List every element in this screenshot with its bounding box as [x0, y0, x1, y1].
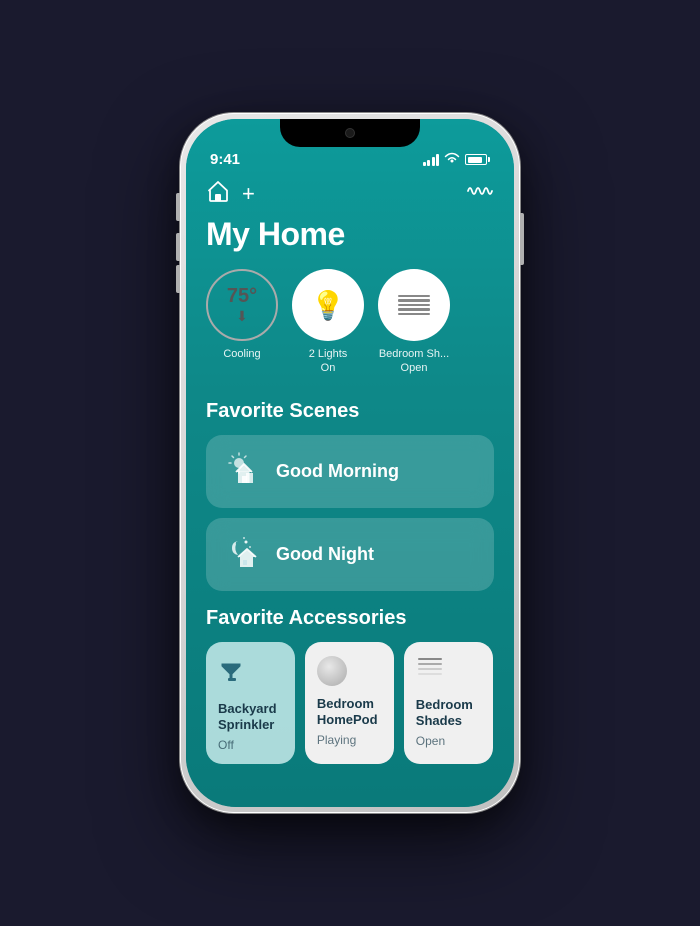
phone-frame: 9:41 — [180, 113, 520, 813]
morning-icon — [224, 449, 262, 494]
battery-icon — [465, 154, 490, 165]
thermostat-card[interactable]: 75° ⬇ Cooling — [206, 269, 278, 361]
thermostat-label: Cooling — [223, 347, 260, 361]
screen: 9:41 — [186, 119, 514, 807]
lights-circle[interactable]: 💡 — [292, 269, 364, 341]
good-night-label: Good Night — [276, 544, 374, 565]
homepod-status: Playing — [317, 733, 356, 747]
shades-accessory-card[interactable]: BedroomShades Open — [404, 642, 493, 765]
sprinkler-name: BackyardSprinkler — [218, 701, 277, 735]
sprinkler-status: Off — [218, 738, 234, 752]
sprinkler-icon — [218, 656, 246, 691]
status-time: 9:41 — [210, 151, 240, 168]
shades-accessory-icon — [416, 656, 444, 687]
sprinkler-card[interactable]: BackyardSprinkler Off — [206, 642, 295, 765]
homepod-name: BedroomHomePod — [317, 696, 378, 730]
nav-bar: + — [186, 172, 514, 212]
siri-wave-icon[interactable] — [466, 181, 494, 207]
scene-good-night[interactable]: Good Night — [206, 518, 494, 591]
night-icon — [224, 532, 262, 577]
shades-label: Bedroom Sh...Open — [379, 347, 449, 376]
shades-circle[interactable] — [378, 269, 450, 341]
lights-label: 2 LightsOn — [309, 347, 348, 376]
blinds-icon — [398, 295, 430, 316]
notch — [280, 119, 420, 147]
scene-good-morning[interactable]: Good Morning — [206, 435, 494, 508]
device-row: 75° ⬇ Cooling 💡 2 LightsOn — [186, 269, 514, 396]
temp-value: 75° — [227, 285, 257, 308]
accessories-row: BackyardSprinkler Off BedroomHomePod Pla… — [186, 642, 514, 785]
page-title: My Home — [186, 212, 514, 269]
shades-accessory-status: Open — [416, 734, 445, 748]
thermostat-circle[interactable]: 75° ⬇ — [206, 269, 278, 341]
lights-card[interactable]: 💡 2 LightsOn — [292, 269, 364, 376]
status-bar: 9:41 — [186, 147, 514, 172]
home-icon[interactable] — [206, 180, 230, 208]
phone-inner: 9:41 — [186, 119, 514, 807]
scenes-section-title: Favorite Scenes — [186, 396, 514, 435]
good-morning-label: Good Morning — [276, 461, 399, 482]
status-icons — [423, 152, 491, 167]
temp-arrow: ⬇ — [236, 308, 248, 325]
signal-icon — [423, 154, 440, 166]
homepod-card[interactable]: BedroomHomePod Playing — [305, 642, 394, 765]
camera — [345, 128, 355, 138]
shades-card[interactable]: Bedroom Sh...Open — [378, 269, 450, 376]
homepod-icon — [317, 656, 347, 686]
shades-accessory-name: BedroomShades — [416, 697, 473, 731]
add-button[interactable]: + — [242, 181, 255, 207]
bulb-icon: 💡 — [311, 289, 346, 322]
wifi-icon — [444, 152, 460, 167]
accessories-section-title: Favorite Accessories — [186, 603, 514, 642]
